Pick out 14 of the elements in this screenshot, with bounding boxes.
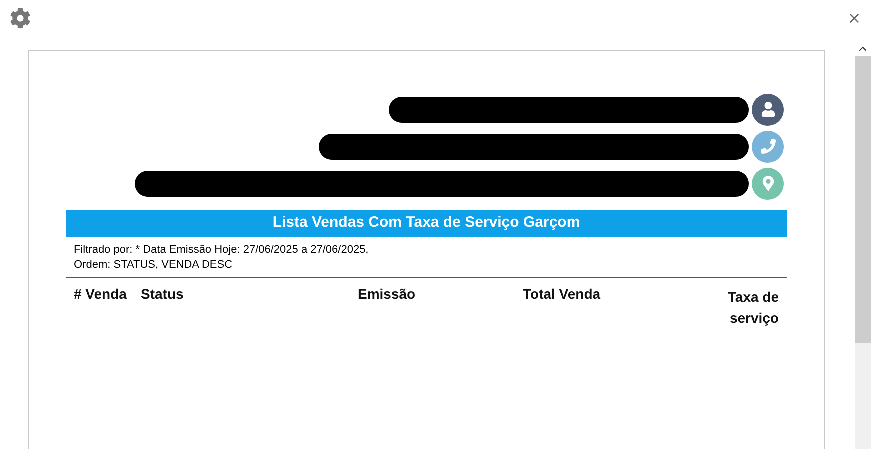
filter-text: Filtrado por: * Data Emissão Hoje: 27/06/2025 a 27/06/2025, (74, 243, 370, 258)
report-title-bar: Lista Vendas Com Taxa de Serviço Garçom (66, 210, 787, 237)
scrollbar-thumb[interactable] (855, 56, 871, 343)
settings-icon[interactable] (10, 8, 31, 28)
column-header: Status (141, 286, 184, 302)
column-header: Total Venda (523, 286, 601, 302)
order-text: Ordem: STATUS, VENDA DESC (74, 258, 234, 273)
column-header: Taxa de serviço (728, 289, 779, 326)
location-pin-icon (752, 168, 784, 200)
person-icon (752, 94, 784, 126)
scrollbar[interactable] (855, 50, 871, 449)
column-header: Emissão (358, 286, 416, 302)
column-header: # Venda (74, 286, 127, 302)
phone-icon (752, 130, 784, 162)
